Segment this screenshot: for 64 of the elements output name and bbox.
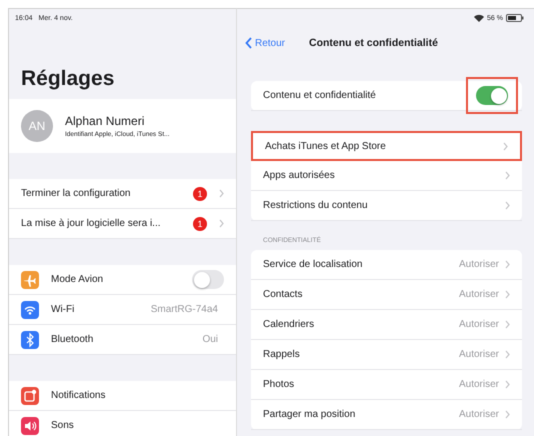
- row-label: Sons: [51, 420, 75, 431]
- row-label: Wi-Fi: [51, 304, 76, 315]
- row-label: Mode Avion: [51, 274, 104, 285]
- settings-row[interactable]: Notifications: [9, 381, 236, 411]
- chevron-left-icon: [245, 37, 252, 49]
- settings-row[interactable]: La mise à jour logicielle sera i... 1: [9, 209, 236, 239]
- page-title: Contenu et confidentialité: [309, 37, 438, 49]
- settings-title: Réglages: [21, 67, 114, 91]
- row-value: Autoriser: [458, 379, 499, 390]
- row-label: Service de localisation: [263, 259, 364, 270]
- chevron-icon: [505, 350, 510, 359]
- settings-row[interactable]: Restrictions du contenu: [251, 191, 522, 221]
- chevron-icon: [505, 201, 510, 210]
- settings-row[interactable]: Apps autorisées: [251, 161, 522, 191]
- chevron-icon: [219, 189, 224, 198]
- avatar-circle: AN: [21, 110, 53, 142]
- settings-row[interactable]: Mode Avion: [9, 265, 236, 295]
- settings-row[interactable]: Photos Autoriser: [251, 370, 522, 400]
- row-value: Autoriser: [458, 319, 499, 330]
- settings-row[interactable]: Rappels Autoriser: [251, 340, 522, 370]
- settings-row[interactable]: Service de localisation Autoriser: [251, 250, 522, 280]
- settings-row[interactable]: Wi-Fi SmartRG-74a4: [9, 295, 236, 325]
- row-label: Rappels: [263, 349, 301, 360]
- chevron-icon: [503, 142, 508, 150]
- row-label: Achats iTunes et App Store: [265, 140, 387, 152]
- wifi-icon: [474, 14, 484, 22]
- row-label: Calendriers: [263, 319, 316, 330]
- settings-row[interactable]: Achats iTunes et App Store: [251, 131, 522, 161]
- settings-row[interactable]: Calendriers Autoriser: [251, 310, 522, 340]
- settings-row[interactable]: Sons: [9, 411, 236, 436]
- row-value: Oui: [202, 334, 218, 345]
- chevron-icon: [505, 410, 510, 419]
- row-value: Autoriser: [458, 259, 499, 270]
- chevron-icon: [505, 290, 510, 299]
- notification-badge: 1: [193, 216, 207, 230]
- row-label: Bluetooth: [51, 334, 94, 345]
- settings-row[interactable]: Bluetooth Oui: [9, 325, 236, 355]
- settings-row[interactable]: Terminer la configuration 1: [9, 179, 236, 209]
- battery-icon: [506, 14, 524, 22]
- row-label: Contenu et confidentialité: [263, 90, 377, 101]
- settings-row[interactable]: Contacts Autoriser: [251, 280, 522, 310]
- notification-badge: 1: [193, 186, 207, 200]
- back-button[interactable]: Retour: [245, 37, 286, 49]
- row-value: Autoriser: [458, 289, 499, 300]
- chevron-icon: [219, 219, 224, 228]
- chevron-icon: [505, 320, 510, 329]
- row-label: Photos: [263, 379, 296, 390]
- row-label: Partager ma position: [263, 409, 356, 420]
- row-value: Autoriser: [458, 349, 499, 360]
- row-label: La mise à jour logicielle sera i...: [21, 218, 162, 229]
- row-label: Terminer la configuration: [21, 188, 132, 199]
- chevron-icon: [505, 171, 510, 180]
- row-label: Contacts: [263, 289, 304, 300]
- chevron-icon: [505, 260, 510, 269]
- profile-name: Alphan Numeri: [65, 114, 146, 128]
- chevron-icon: [505, 380, 510, 389]
- airplane-mode-switch[interactable]: [192, 270, 224, 289]
- row-value: SmartRG-74a4: [150, 304, 218, 315]
- row-value: Autoriser: [458, 409, 499, 420]
- row-label: Notifications: [51, 390, 106, 401]
- settings-row[interactable]: Partager ma position Autoriser: [251, 400, 522, 430]
- toggle-switch[interactable]: [476, 86, 508, 105]
- row-label: Apps autorisées: [263, 170, 336, 181]
- row-label: Restrictions du contenu: [263, 200, 369, 211]
